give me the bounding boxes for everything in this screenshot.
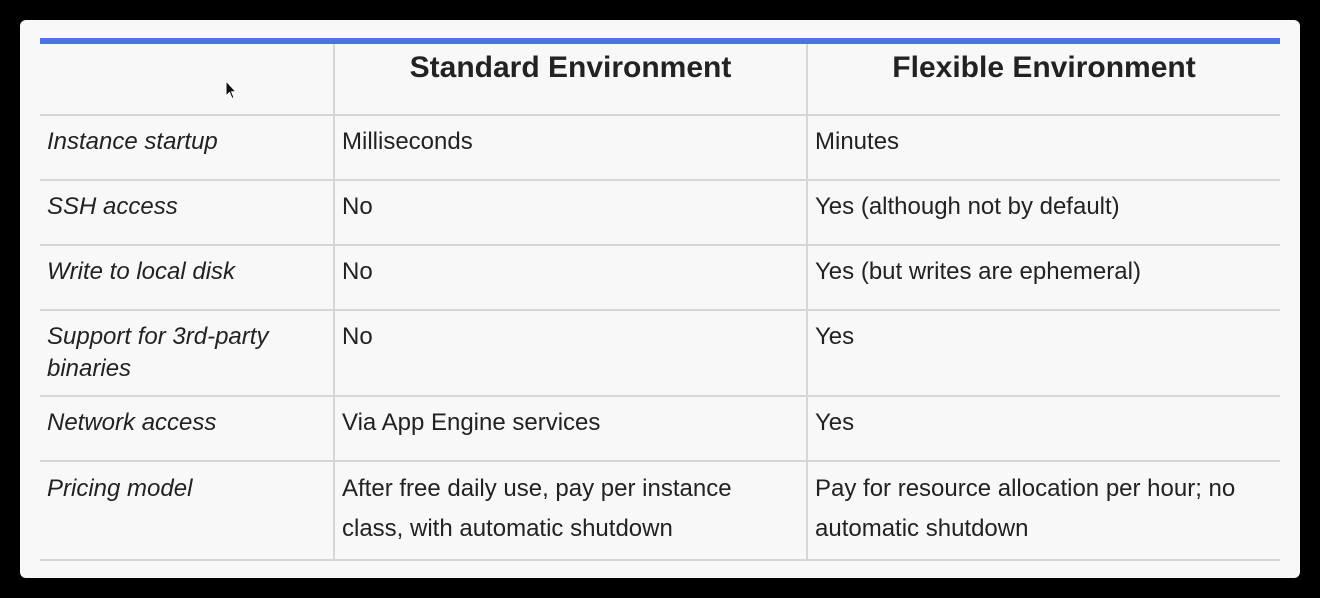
table-row: SSH access No Yes (although not by defau… — [40, 180, 1280, 246]
environment-comparison-table: Standard Environment Flexible Environmen… — [40, 38, 1280, 561]
flexible-cell: Minutes — [806, 115, 1280, 181]
table-row: Write to local disk No Yes (but writes a… — [40, 245, 1280, 311]
table-row: Support for 3rd-party binaries No Yes — [40, 310, 1280, 397]
mouse-pointer-icon — [225, 80, 237, 100]
standard-cell: Via App Engine services — [333, 396, 807, 462]
standard-cell: Milliseconds — [333, 115, 807, 181]
feature-cell: Write to local disk — [40, 245, 334, 311]
table-header-row: Standard Environment Flexible Environmen… — [40, 41, 1280, 116]
flexible-cell: Yes (although not by default) — [806, 180, 1280, 246]
flexible-cell: Yes — [806, 310, 1280, 397]
feature-cell: Network access — [40, 396, 334, 462]
header-empty-cell — [40, 41, 334, 116]
standard-cell: No — [333, 310, 807, 397]
comparison-card: Standard Environment Flexible Environmen… — [20, 20, 1300, 578]
standard-cell: No — [333, 245, 807, 311]
table-row: Network access Via App Engine services Y… — [40, 396, 1280, 462]
flexible-cell: Yes — [806, 396, 1280, 462]
table-row: Pricing model After free daily use, pay … — [40, 461, 1280, 561]
standard-cell: No — [333, 180, 807, 246]
flexible-cell: Pay for resource allocation per hour; no… — [806, 461, 1280, 561]
table-row: Instance startup Milliseconds Minutes — [40, 115, 1280, 181]
feature-cell: Pricing model — [40, 461, 334, 561]
standard-cell: After free daily use, pay per instance c… — [333, 461, 807, 561]
feature-cell: SSH access — [40, 180, 334, 246]
feature-cell: Instance startup — [40, 115, 334, 181]
header-flexible-environment: Flexible Environment — [806, 41, 1280, 116]
flexible-cell: Yes (but writes are ephemeral) — [806, 245, 1280, 311]
header-standard-environment: Standard Environment — [333, 41, 807, 116]
feature-cell: Support for 3rd-party binaries — [40, 310, 334, 397]
